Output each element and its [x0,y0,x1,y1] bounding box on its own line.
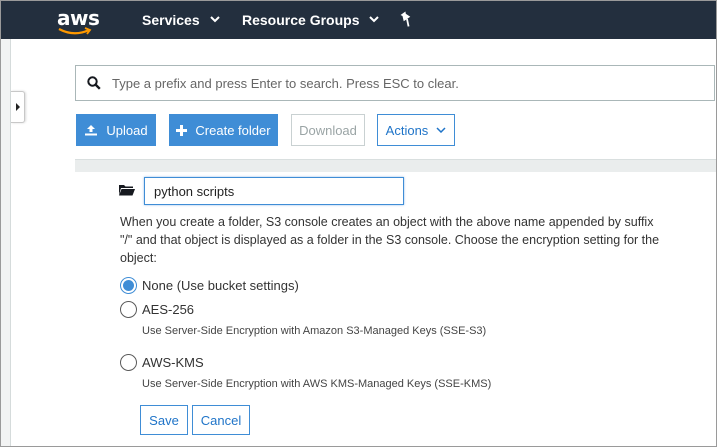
radio-help-text: Use Server-Side Encryption with AWS KMS-… [142,378,492,390]
save-button[interactable]: Save [140,405,188,435]
radio-option-aws-kms[interactable]: AWS-KMS [120,354,204,371]
cancel-label: Cancel [200,412,242,428]
cancel-button[interactable]: Cancel [192,405,250,435]
search-bar [75,65,715,101]
resource-groups-label: Resource Groups [242,12,360,28]
create-folder-label: Create folder [195,122,271,138]
search-input[interactable] [112,68,714,98]
save-label: Save [149,412,179,428]
download-label: Download [299,122,357,138]
resource-groups-menu[interactable]: Resource Groups [242,12,380,28]
services-menu[interactable]: Services [142,12,220,28]
actions-label: Actions [385,122,429,138]
upload-button[interactable]: Upload [76,114,156,146]
chevron-down-icon [369,15,380,26]
radio-help-text: Use Server-Side Encryption with Amazon S… [142,325,487,337]
chevron-right-icon [15,103,20,111]
folder-name-input[interactable] [144,177,404,205]
search-icon [76,66,112,100]
s3-console-window: aws Services Resource Groups Type a pref… [0,0,717,447]
radio-button[interactable] [120,354,137,371]
aws-logo[interactable]: aws [55,5,100,35]
folder-open-icon [119,183,135,197]
encryption-description: When you create a folder, S3 console cre… [120,215,660,265]
actions-dropdown[interactable]: Actions [377,114,455,146]
pin-icon[interactable] [399,11,415,29]
panel-header-bar [75,159,716,172]
chevron-down-icon [436,127,446,133]
plus-icon [176,124,188,136]
radio-label: AES-256 [142,302,195,317]
sidebar-collapsed [1,39,11,446]
upload-label: Upload [106,122,148,138]
services-label: Services [142,12,200,28]
sidebar-expand-toggle[interactable] [11,91,25,123]
aws-smile-icon [58,27,92,35]
radio-label: AWS-KMS [142,355,204,370]
radio-label: None (Use bucket settings) [142,278,299,293]
create-folder-button[interactable]: Create folder [169,114,278,146]
radio-option-aes256[interactable]: AES-256 [120,301,194,318]
radio-button-selected[interactable] [120,277,137,294]
radio-button[interactable] [120,301,137,318]
radio-option-none[interactable]: None (Use bucket settings) [120,277,299,294]
chevron-down-icon [209,15,220,26]
top-nav-bar: aws Services Resource Groups [1,1,716,39]
upload-icon [84,124,98,136]
download-button[interactable]: Download [291,114,365,146]
